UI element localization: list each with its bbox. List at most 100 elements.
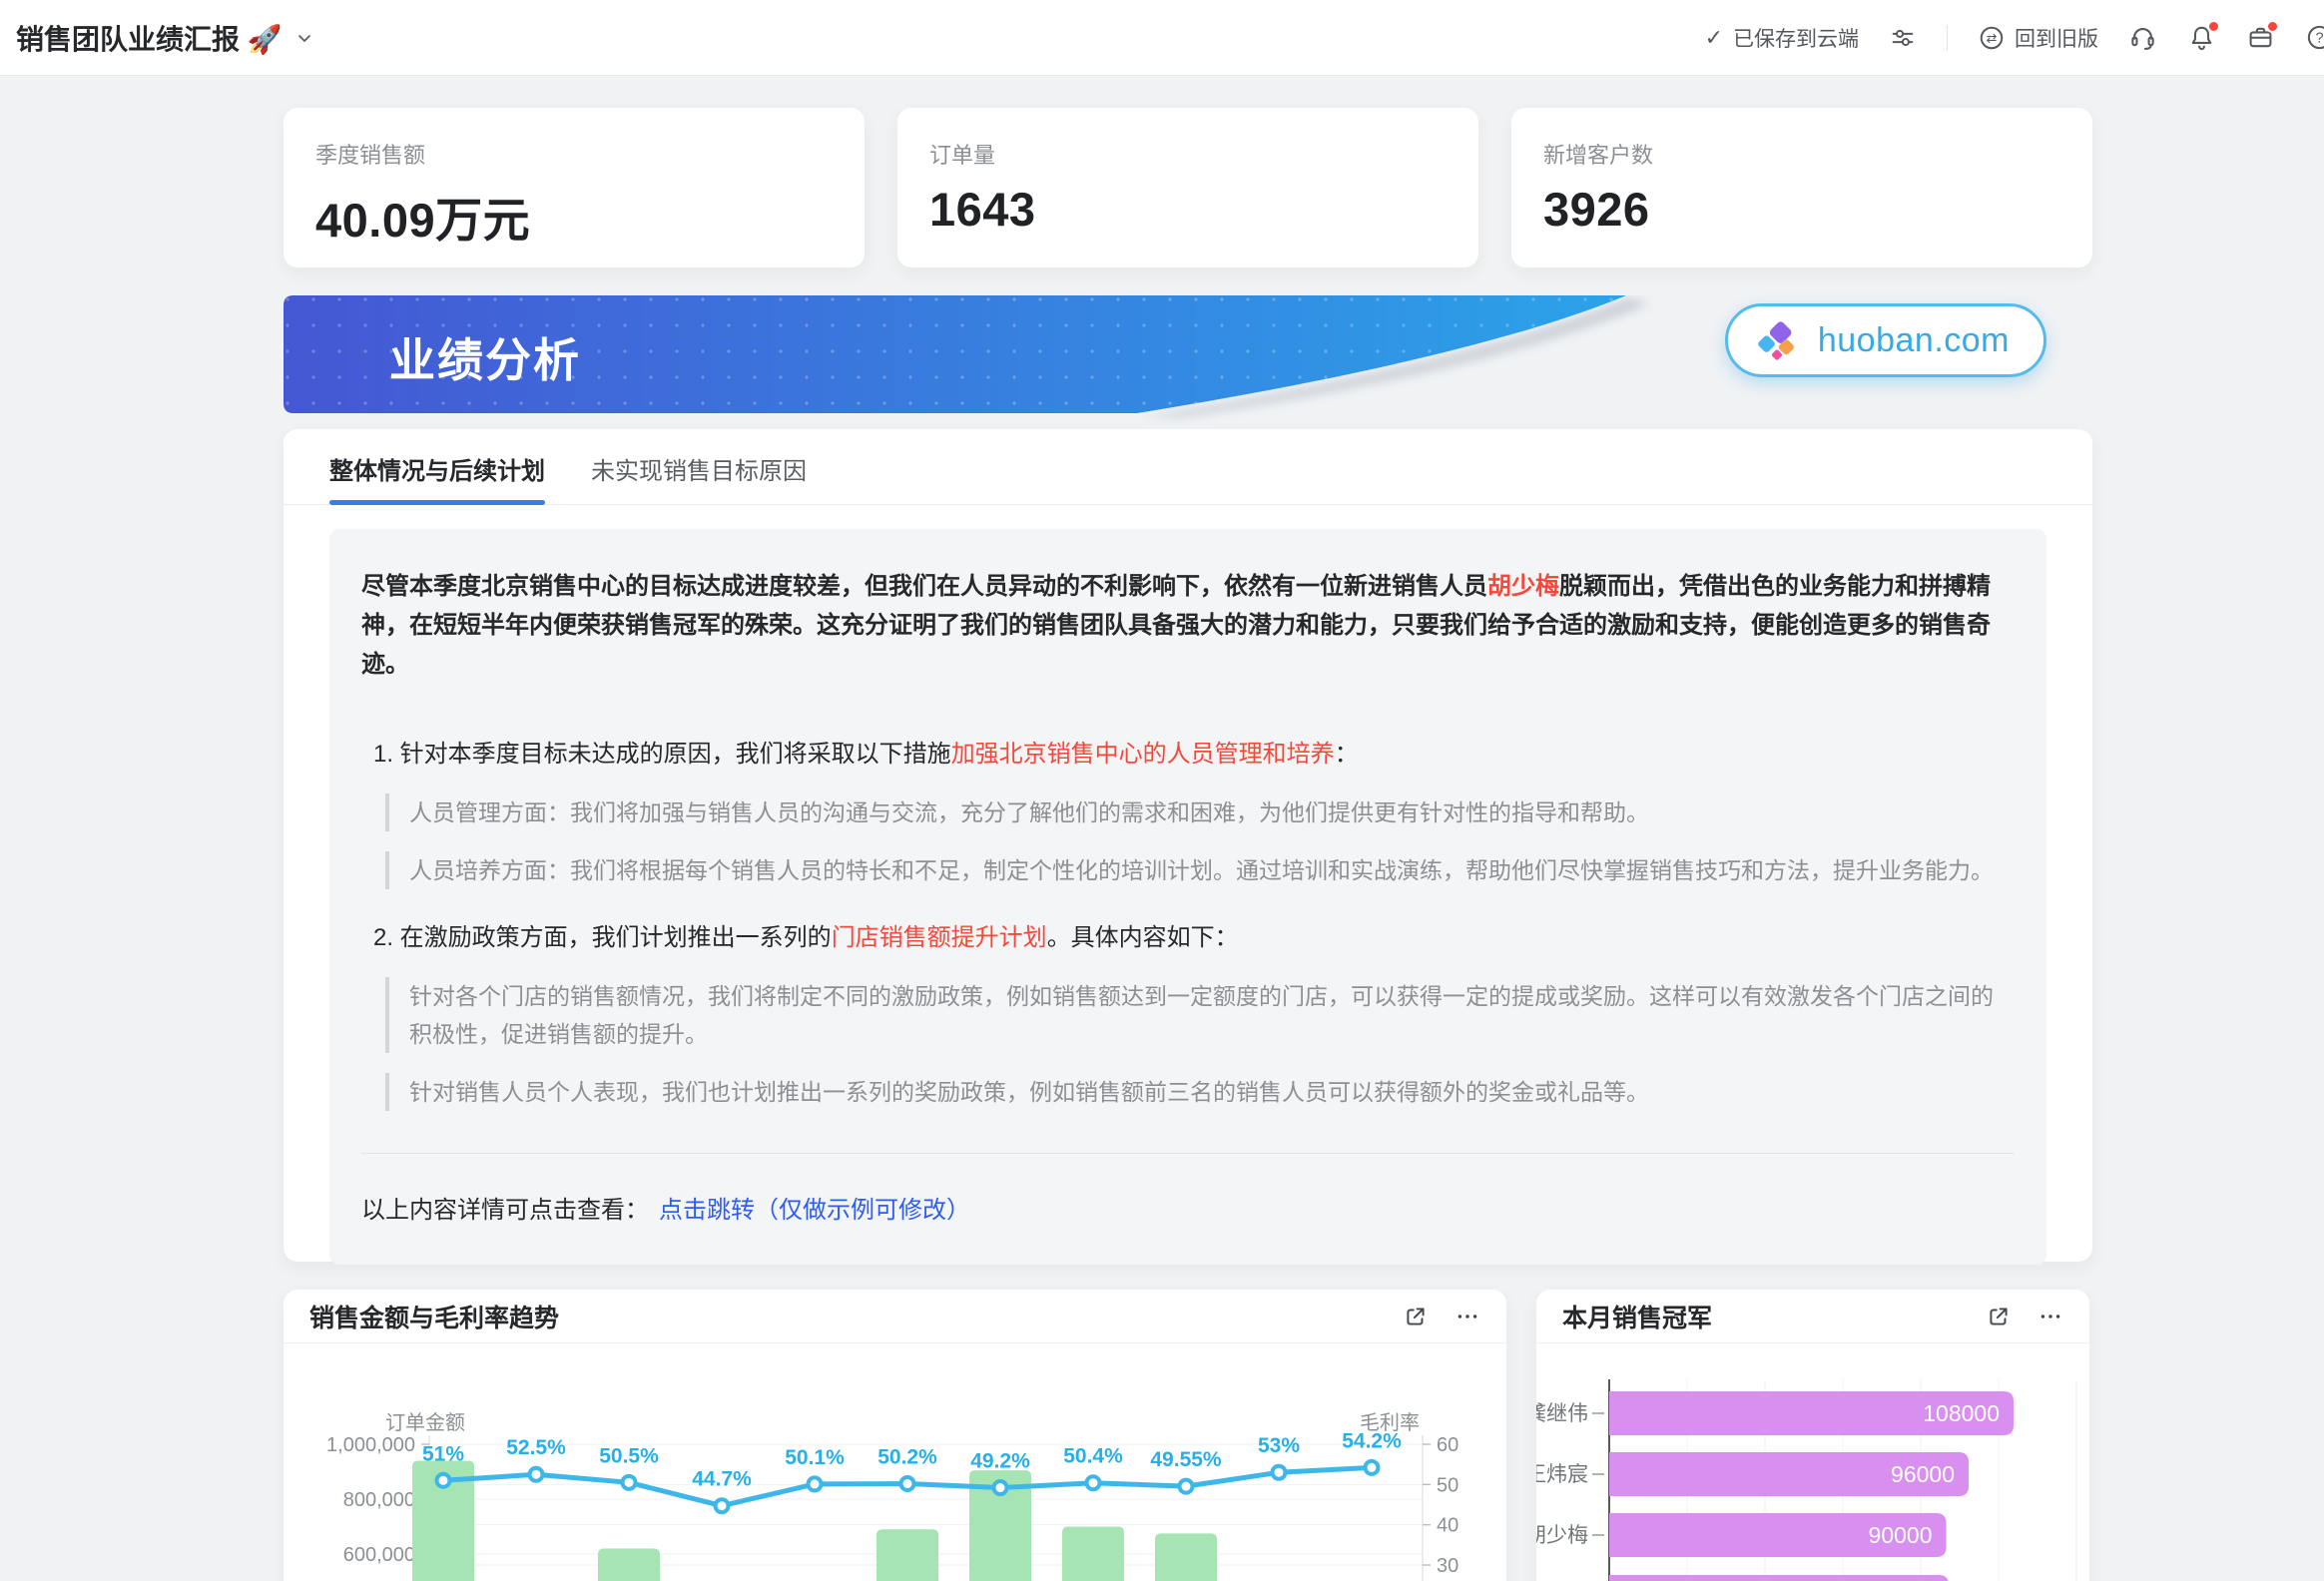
open-in-new-icon[interactable] bbox=[1986, 1304, 2012, 1329]
stat-card-quarter-sales: 季度销售额 40.09万元 bbox=[284, 108, 865, 267]
open-in-new-icon[interactable] bbox=[1403, 1304, 1429, 1329]
page-title: 销售团队业绩汇报 🚀 bbox=[16, 18, 283, 58]
text-segment: 2. 在激励政策方面，我们计划推出一系列的 bbox=[373, 924, 832, 951]
data-point-label: 51% bbox=[422, 1442, 464, 1465]
data-point-label: 53% bbox=[1258, 1434, 1300, 1457]
section-banner: 业绩分析 huoban.com bbox=[284, 295, 2092, 413]
right-tick-label: 60 bbox=[1437, 1434, 1458, 1456]
data-point bbox=[437, 1474, 450, 1487]
workspace-badge bbox=[2266, 20, 2279, 33]
back-to-old-version-button[interactable]: ⇄ 回到旧版 bbox=[1978, 23, 2098, 53]
report-list: 1. 针对本季度目标未达成的原因，我们将采取以下措施加强北京销售中心的人员管理和… bbox=[361, 736, 2015, 1111]
top-sellers-card: 本月销售冠军 龚继伟108000王炜宸96000胡少梅90000 bbox=[1536, 1290, 2089, 1581]
data-point bbox=[530, 1468, 543, 1481]
order-amount-bar bbox=[1062, 1527, 1124, 1581]
data-point-label: 50.2% bbox=[877, 1446, 937, 1469]
check-icon: ✓ bbox=[1705, 25, 1723, 51]
svg-text:⇄: ⇄ bbox=[1987, 30, 1998, 45]
text-segment: 。具体内容如下： bbox=[1047, 924, 1239, 951]
huoban-logo-link[interactable]: huoban.com bbox=[1725, 303, 2046, 377]
data-point bbox=[716, 1499, 729, 1512]
top-bar: 销售团队业绩汇报 🚀 ✓ 已保存到云端 ⇄ 回到旧版 bbox=[0, 0, 2324, 76]
more-options-icon[interactable] bbox=[2037, 1304, 2063, 1329]
seller-name-label: 王炜宸 bbox=[1536, 1463, 1588, 1486]
support-button[interactable] bbox=[2128, 23, 2157, 52]
text-segment: 尽管本季度北京销售中心的目标达成进度较差，但我们在人员异动的不利影响下，依然有一… bbox=[361, 573, 1487, 600]
jump-link[interactable]: 点击跳转（仅做示例可修改） bbox=[659, 1190, 970, 1225]
list-item-title: 1. 针对本季度目标未达成的原因，我们将采取以下措施加强北京销售中心的人员管理和… bbox=[373, 736, 2015, 774]
data-point bbox=[901, 1477, 914, 1490]
chevron-down-icon[interactable] bbox=[292, 26, 316, 50]
data-point-label: 50.1% bbox=[785, 1446, 845, 1469]
left-tick-label: 1,000,000 bbox=[326, 1434, 415, 1456]
saved-status-label: 已保存到云端 bbox=[1733, 23, 1859, 53]
report-intro: 尽管本季度北京销售中心的目标达成进度较差，但我们在人员异动的不利影响下，依然有一… bbox=[361, 567, 2015, 684]
tab-unmet-target-reasons[interactable]: 未实现销售目标原因 bbox=[591, 451, 807, 504]
quote-block: 人员培养方面：我们将根据每个销售人员的特长和不足，制定个性化的培训计划。通过培训… bbox=[385, 851, 2015, 889]
banner-title: 业绩分析 bbox=[389, 324, 581, 390]
left-axis-name: 订单金额 bbox=[385, 1411, 465, 1434]
stat-value: 3926 bbox=[1543, 182, 2060, 237]
workspace-button[interactable] bbox=[2246, 23, 2275, 52]
highlight-red-text: 胡少梅 bbox=[1487, 573, 1559, 600]
question-icon: ? bbox=[2305, 23, 2324, 52]
top-sellers-chart: 龚继伟108000王炜宸96000胡少梅90000 bbox=[1536, 1343, 2089, 1581]
data-point-label: 49.55% bbox=[1150, 1448, 1222, 1471]
help-button[interactable]: ? bbox=[2305, 23, 2324, 52]
back-to-old-version-label: 回到旧版 bbox=[2015, 23, 2098, 53]
data-point-label: 49.2% bbox=[970, 1450, 1030, 1473]
data-point bbox=[994, 1481, 1007, 1494]
sales-trend-chart: 1,000,000800,000600,00060504030订单金额毛利率51… bbox=[284, 1343, 1506, 1581]
toolbar-divider bbox=[1947, 25, 1948, 51]
report-body: 尽管本季度北京销售中心的目标达成进度较差，但我们在人员异动的不利影响下，依然有一… bbox=[329, 529, 2046, 1265]
stat-value: 1643 bbox=[929, 182, 1447, 237]
stat-label: 新增客户数 bbox=[1543, 138, 2060, 170]
restore-version-icon: ⇄ bbox=[1978, 24, 2006, 52]
saved-status: ✓ 已保存到云端 bbox=[1705, 23, 1859, 53]
highlight-red-text: 门店销售额提升计划 bbox=[832, 924, 1047, 951]
data-point-label: 52.5% bbox=[506, 1436, 566, 1459]
svg-text:?: ? bbox=[2315, 31, 2323, 47]
sliders-icon[interactable] bbox=[1889, 24, 1917, 52]
notification-badge bbox=[2207, 20, 2220, 33]
order-amount-bar bbox=[598, 1549, 660, 1581]
stat-value: 40.09万元 bbox=[315, 182, 833, 251]
huoban-logo-icon bbox=[1752, 315, 1802, 365]
left-tick-label: 800,000 bbox=[343, 1489, 415, 1511]
data-point-label: 44.7% bbox=[692, 1468, 752, 1491]
stat-card-orders: 订单量 1643 bbox=[897, 108, 1478, 267]
notifications-button[interactable] bbox=[2187, 23, 2216, 52]
report-tabs: 整体情况与后续计划 未实现销售目标原因 bbox=[284, 429, 2092, 505]
seller-name-label: 胡少梅 bbox=[1536, 1524, 1588, 1547]
data-point-label: 54.2% bbox=[1342, 1429, 1402, 1452]
order-amount-bar bbox=[876, 1529, 938, 1581]
sales-bar-value: 108000 bbox=[1923, 1400, 2000, 1426]
sales-bar-value: 96000 bbox=[1891, 1461, 1955, 1487]
data-point bbox=[1180, 1480, 1193, 1493]
quote-block: 针对销售人员个人表现，我们也计划推出一系列的奖励政策，例如销售额前三名的销售人员… bbox=[385, 1073, 2015, 1111]
sales-trend-card: 销售金额与毛利率趋势 1,000,000800,000600,000605040… bbox=[284, 1290, 1506, 1581]
chart-title: 本月销售冠军 bbox=[1562, 1299, 1712, 1334]
data-point bbox=[623, 1476, 636, 1489]
stat-card-new-customers: 新增客户数 3926 bbox=[1511, 108, 2092, 267]
left-tick-label: 600,000 bbox=[343, 1544, 415, 1566]
right-tick-label: 50 bbox=[1437, 1474, 1458, 1496]
document-title-dropdown[interactable]: 销售团队业绩汇报 🚀 bbox=[16, 18, 316, 58]
data-point bbox=[1273, 1466, 1286, 1479]
footer-label: 以上内容详情可点击查看： bbox=[361, 1190, 649, 1225]
stat-cards-row: 季度销售额 40.09万元 订单量 1643 新增客户数 3926 bbox=[284, 108, 2092, 267]
divider bbox=[361, 1153, 2015, 1154]
order-amount-bar bbox=[1155, 1533, 1217, 1581]
tab-overall-plan[interactable]: 整体情况与后续计划 bbox=[329, 451, 545, 504]
stat-label: 订单量 bbox=[929, 138, 1447, 170]
data-point-label: 50.4% bbox=[1063, 1445, 1123, 1468]
text-segment: 1. 针对本季度目标未达成的原因，我们将采取以下措施 bbox=[373, 741, 951, 768]
text-segment: ： bbox=[1335, 741, 1359, 768]
highlight-red-text: 加强北京销售中心的人员管理和培养 bbox=[951, 741, 1335, 768]
huoban-logo-text: huoban.com bbox=[1818, 321, 2010, 360]
sales-bar-partial bbox=[1609, 1575, 1949, 1581]
stat-label: 季度销售额 bbox=[315, 138, 833, 170]
headset-icon bbox=[2128, 23, 2157, 52]
more-options-icon[interactable] bbox=[1454, 1304, 1480, 1329]
data-point bbox=[1366, 1461, 1379, 1474]
